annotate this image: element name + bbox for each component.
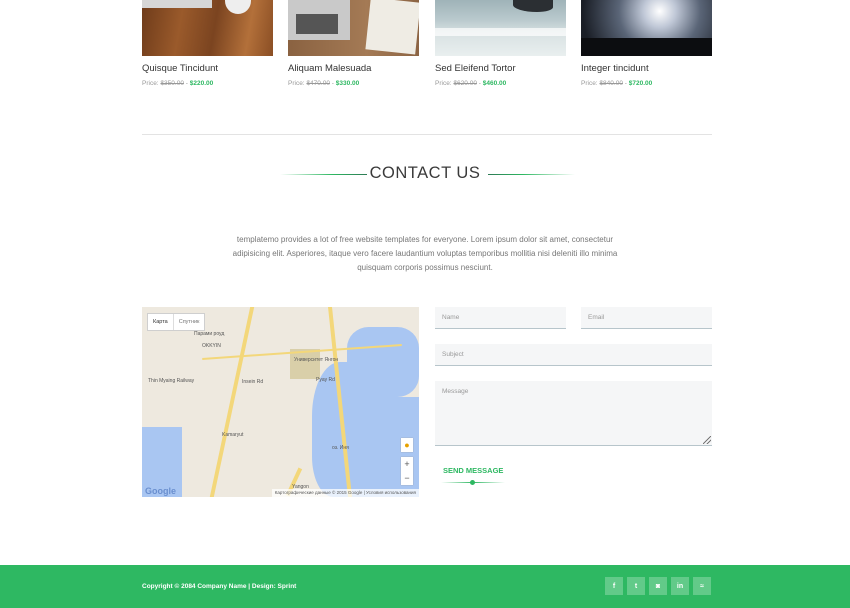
product-image[interactable] <box>435 0 566 56</box>
price-label: Price: <box>435 80 452 87</box>
map-label: Insein Rd <box>242 379 264 385</box>
send-message-button[interactable]: SEND MESSAGE <box>443 466 503 475</box>
price-label: Price: <box>142 80 159 87</box>
price-separator: - <box>331 80 334 87</box>
new-price: $220.00 <box>189 80 214 87</box>
subject-input[interactable] <box>435 344 712 366</box>
product-name[interactable]: Quisque Tincidunt <box>142 63 218 74</box>
section-title: CONTACT US <box>369 164 481 182</box>
site-footer: Copyright © 2084 Company Name | Design: … <box>0 565 850 608</box>
price-separator: - <box>478 80 481 87</box>
social-links: f t ◙ in ≈ <box>605 577 711 595</box>
price-label: Price: <box>288 80 305 87</box>
street-view-pegman-icon[interactable]: ● <box>401 438 413 452</box>
old-price: $350.00 <box>160 80 184 87</box>
instagram-icon[interactable]: ◙ <box>649 577 667 595</box>
price-separator: - <box>624 80 627 87</box>
product-image[interactable] <box>581 0 712 56</box>
new-price: $460.00 <box>482 80 507 87</box>
new-price: $720.00 <box>628 80 653 87</box>
product-image[interactable] <box>288 0 419 56</box>
zoom-out-button[interactable]: − <box>401 471 413 485</box>
product-name[interactable]: Aliquam Malesuada <box>288 63 371 74</box>
button-underline-dot <box>470 480 475 485</box>
map-label: Kamaryut <box>222 432 244 438</box>
product-card[interactable]: Integer tincidunt Price: $840.00 - $720.… <box>581 0 712 87</box>
map-label: Thin Myaing Railway <box>148 378 195 384</box>
zoom-control: + − <box>401 457 413 485</box>
message-textarea[interactable] <box>435 381 712 446</box>
product-price: Price: $470.00 - $330.00 <box>288 80 359 87</box>
linkedin-icon[interactable]: in <box>671 577 689 595</box>
product-card[interactable]: Quisque Tincidunt Price: $350.00 - $220.… <box>142 0 273 87</box>
map-label: Парами роуд <box>194 331 225 337</box>
map-type-control[interactable]: Карта Спутник <box>147 313 206 331</box>
product-image[interactable] <box>142 0 273 56</box>
product-card[interactable]: Sed Eleifend Tortor Price: $620.00 - $46… <box>435 0 566 87</box>
old-price: $620.00 <box>453 80 477 87</box>
map-label: оз. Иня <box>332 445 349 451</box>
title-decoration-right <box>488 174 575 175</box>
facebook-icon[interactable]: f <box>605 577 623 595</box>
map-label: OKKYIN <box>202 343 221 349</box>
zoom-in-button[interactable]: + <box>401 457 413 471</box>
copyright-text: Copyright © 2084 Company Name | Design: … <box>142 583 297 590</box>
product-price: Price: $350.00 - $220.00 <box>142 80 213 87</box>
price-separator: - <box>185 80 188 87</box>
map-water <box>347 327 419 397</box>
resize-grip-icon[interactable] <box>703 436 711 444</box>
product-price: Price: $620.00 - $460.00 <box>435 80 506 87</box>
google-logo: Google <box>145 486 176 496</box>
product-price: Price: $840.00 - $720.00 <box>581 80 652 87</box>
map-type-satellite[interactable]: Спутник <box>172 314 205 330</box>
map-label: Университет Янгон <box>294 357 339 363</box>
map-label: Pyay Rd <box>316 377 335 383</box>
rss-icon[interactable]: ≈ <box>693 577 711 595</box>
section-divider <box>142 134 712 135</box>
google-map[interactable]: Карта Спутник Парами роуд OKKYIN Универс… <box>142 307 419 497</box>
contact-intro: templatemo provides a lot of free websit… <box>232 235 618 272</box>
new-price: $330.00 <box>335 80 360 87</box>
product-name[interactable]: Integer tincidunt <box>581 63 649 74</box>
price-label: Price: <box>581 80 598 87</box>
old-price: $840.00 <box>599 80 623 87</box>
product-card[interactable]: Aliquam Malesuada Price: $470.00 - $330.… <box>288 0 419 87</box>
map-attribution[interactable]: Картографические данные © 2015 Google | … <box>271 489 419 497</box>
product-name[interactable]: Sed Eleifend Tortor <box>435 63 516 74</box>
map-type-map[interactable]: Карта <box>148 314 173 330</box>
email-input[interactable] <box>581 307 712 329</box>
old-price: $470.00 <box>306 80 330 87</box>
twitter-icon[interactable]: t <box>627 577 645 595</box>
name-input[interactable] <box>435 307 566 329</box>
product-list: Quisque Tincidunt Price: $350.00 - $220.… <box>142 0 712 95</box>
